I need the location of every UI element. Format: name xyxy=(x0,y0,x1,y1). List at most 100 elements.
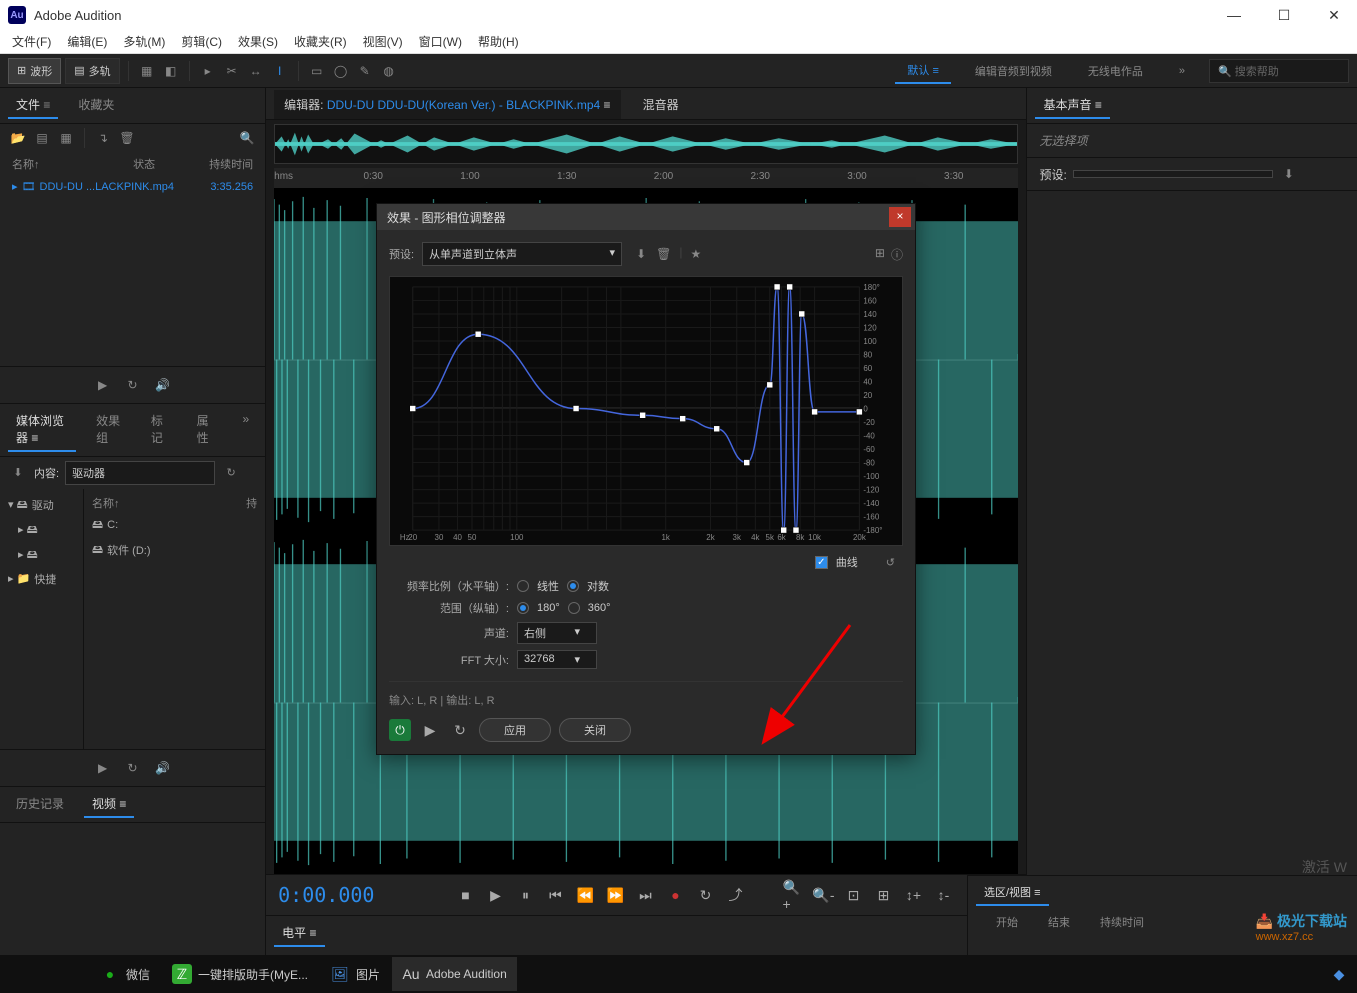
waveform-overview[interactable] xyxy=(274,124,1018,164)
close-button[interactable]: ✕ xyxy=(1319,7,1349,24)
files-col-name[interactable]: 名称↑ xyxy=(12,156,133,172)
zoom-full-icon[interactable]: ⊡ xyxy=(842,884,864,906)
menu-view[interactable]: 视图(V) xyxy=(355,31,411,52)
favorites-tab[interactable]: 收藏夹 xyxy=(70,92,122,119)
menu-edit[interactable]: 编辑(E) xyxy=(59,31,115,52)
effect-preview-button[interactable]: ▶ xyxy=(419,719,441,741)
mixer-tab[interactable]: 混音器 xyxy=(633,90,689,119)
spectral-icon[interactable]: ◧ xyxy=(161,61,181,81)
tree-drive[interactable]: ▾ 🖴 驱动 xyxy=(4,493,79,518)
mini-play-icon[interactable]: ▶ xyxy=(93,375,113,395)
maximize-button[interactable]: ☐ xyxy=(1269,7,1299,24)
delete-icon[interactable]: 🗑 xyxy=(117,128,137,148)
mb-more[interactable]: » xyxy=(234,408,257,452)
channel-map-icon[interactable]: ⊞ xyxy=(875,246,885,263)
marquee-tool-icon[interactable]: ▭ xyxy=(307,61,327,81)
curve-checkbox[interactable]: ✓ xyxy=(815,556,828,569)
taskbar-typeset[interactable]: ℤ一键排版助手(MyE... xyxy=(162,957,318,991)
essential-sound-tab[interactable]: 基本声音 ≡ xyxy=(1035,92,1109,119)
dialog-titlebar[interactable]: 效果 - 图形相位调整器 × xyxy=(377,204,915,230)
zoom-in-v-icon[interactable]: ↕+ xyxy=(902,884,924,906)
goto-end-button[interactable]: ⏭ xyxy=(634,884,656,906)
channel-select[interactable]: 右侧▾ xyxy=(517,622,597,644)
forward-button[interactable]: ⏩ xyxy=(604,884,626,906)
effects-rack-tab[interactable]: 效果组 xyxy=(88,408,131,452)
editor-tab[interactable]: 编辑器: DDU-DU DDU-DU(Korean Ver.) - BLACKP… xyxy=(274,90,620,119)
razor-tool-icon[interactable]: ✂ xyxy=(222,61,242,81)
mini-autoplay-icon[interactable]: 🔊 xyxy=(153,375,173,395)
effect-power-button[interactable]: ⏻ xyxy=(389,719,411,741)
timeline-ruler[interactable]: hms 0:30 1:00 1:30 2:00 2:30 3:00 3:30 xyxy=(274,168,1018,188)
workspace-default[interactable]: 默认 ≡ xyxy=(895,58,950,84)
preset-select[interactable]: 从单声道到立体声▾ xyxy=(422,242,622,266)
pause-button[interactable]: ⏸ xyxy=(514,884,536,906)
mini-loop-icon[interactable]: ↻ xyxy=(123,375,143,395)
new-multitrack-icon[interactable]: ▦ xyxy=(56,128,76,148)
menu-clip[interactable]: 剪辑(C) xyxy=(173,31,230,52)
history-tab[interactable]: 历史记录 xyxy=(8,791,72,818)
content-select[interactable]: 驱动器 xyxy=(65,461,215,485)
minimize-button[interactable]: — xyxy=(1219,7,1249,24)
workspace-radio[interactable]: 无线电作品 xyxy=(1076,59,1155,83)
tree-drive-d[interactable]: ▸ 🖴 xyxy=(4,543,79,568)
linear-radio[interactable] xyxy=(517,580,529,592)
taskbar-wechat[interactable]: ●微信 xyxy=(90,957,160,991)
menu-file[interactable]: 文件(F) xyxy=(4,31,59,52)
es-preset-menu-icon[interactable]: ⬇ xyxy=(1279,164,1299,184)
menu-help[interactable]: 帮助(H) xyxy=(470,31,527,52)
tree-shortcut[interactable]: ▸ 📁 快捷 xyxy=(4,568,79,590)
move-tool-icon[interactable]: ▸ xyxy=(198,61,218,81)
zoom-sel-icon[interactable]: ⊞ xyxy=(872,884,894,906)
files-col-status[interactable]: 状态 xyxy=(133,156,183,172)
zoom-in-icon[interactable]: 🔍+ xyxy=(782,884,804,906)
mb-loop-icon[interactable]: ↻ xyxy=(123,758,143,778)
new-file-icon[interactable]: ▤ xyxy=(32,128,52,148)
goto-start-button[interactable]: ⏮ xyxy=(544,884,566,906)
drive-d[interactable]: 🖴 软件 (D:) xyxy=(88,538,261,563)
brush-tool-icon[interactable]: ✎ xyxy=(355,61,375,81)
slip-tool-icon[interactable]: ↔ xyxy=(246,61,266,81)
video-tab[interactable]: 视频 ≡ xyxy=(84,791,134,818)
es-preset-select[interactable] xyxy=(1073,170,1273,178)
skip-selection-button[interactable]: ⤴ xyxy=(724,884,746,906)
mb-up-icon[interactable]: ⬇ xyxy=(8,463,28,483)
mb-col-name[interactable]: 名称↑ xyxy=(92,495,246,511)
hud-icon[interactable]: ▦ xyxy=(137,61,157,81)
mb-col-dur[interactable]: 持 xyxy=(246,495,257,511)
menu-multitrack[interactable]: 多轨(M) xyxy=(115,31,173,52)
loop-button[interactable]: ↻ xyxy=(694,884,716,906)
media-browser-tab[interactable]: 媒体浏览器 ≡ xyxy=(8,408,76,452)
waveform-view-button[interactable]: ⊞波形 xyxy=(8,58,61,84)
menu-effects[interactable]: 效果(S) xyxy=(230,31,286,52)
preset-favorite-icon[interactable]: ★ xyxy=(688,245,703,263)
mb-autoplay-icon[interactable]: 🔊 xyxy=(153,758,173,778)
drive-c[interactable]: 🖴 C: xyxy=(88,513,261,538)
zoom-out-v-icon[interactable]: ↕- xyxy=(932,884,954,906)
time-select-tool-icon[interactable]: I xyxy=(270,61,290,81)
stop-button[interactable]: ■ xyxy=(454,884,476,906)
log-radio[interactable] xyxy=(567,580,579,592)
mb-refresh-icon[interactable]: ↻ xyxy=(221,463,241,483)
taskbar-images[interactable]: 🖼图片 xyxy=(320,957,390,991)
effect-loop-button[interactable]: ↻ xyxy=(449,719,471,741)
spot-heal-tool-icon[interactable]: ◍ xyxy=(379,61,399,81)
range-180-radio[interactable] xyxy=(517,602,529,614)
mb-play-icon[interactable]: ▶ xyxy=(93,758,113,778)
fft-select[interactable]: 32768▾ xyxy=(517,650,597,669)
selview-tab[interactable]: 选区/视图 ≡ xyxy=(976,880,1049,906)
multitrack-view-button[interactable]: ▤多轨 xyxy=(65,58,119,84)
menu-favorites[interactable]: 收藏夹(R) xyxy=(286,31,355,52)
help-search-input[interactable]: 🔍 搜索帮助 xyxy=(1209,59,1349,83)
workspace-audio-to-video[interactable]: 编辑音频到视频 xyxy=(963,59,1064,83)
open-file-icon[interactable]: 📂 xyxy=(8,128,28,148)
help-icon[interactable]: ⓘ xyxy=(891,246,903,263)
record-button[interactable]: ● xyxy=(664,884,686,906)
files-col-duration[interactable]: 持续时间 xyxy=(183,156,253,172)
timecode-display[interactable]: 0:00.000 xyxy=(278,883,374,907)
zoom-out-icon[interactable]: 🔍- xyxy=(812,884,834,906)
preset-save-icon[interactable]: ⬇ xyxy=(634,245,648,263)
workspace-more[interactable]: » xyxy=(1167,61,1197,81)
file-row[interactable]: ▸🎞DDU-DU ...LACKPINK.mp4 3:35.256 xyxy=(0,176,265,197)
rewind-button[interactable]: ⏪ xyxy=(574,884,596,906)
range-360-radio[interactable] xyxy=(568,602,580,614)
